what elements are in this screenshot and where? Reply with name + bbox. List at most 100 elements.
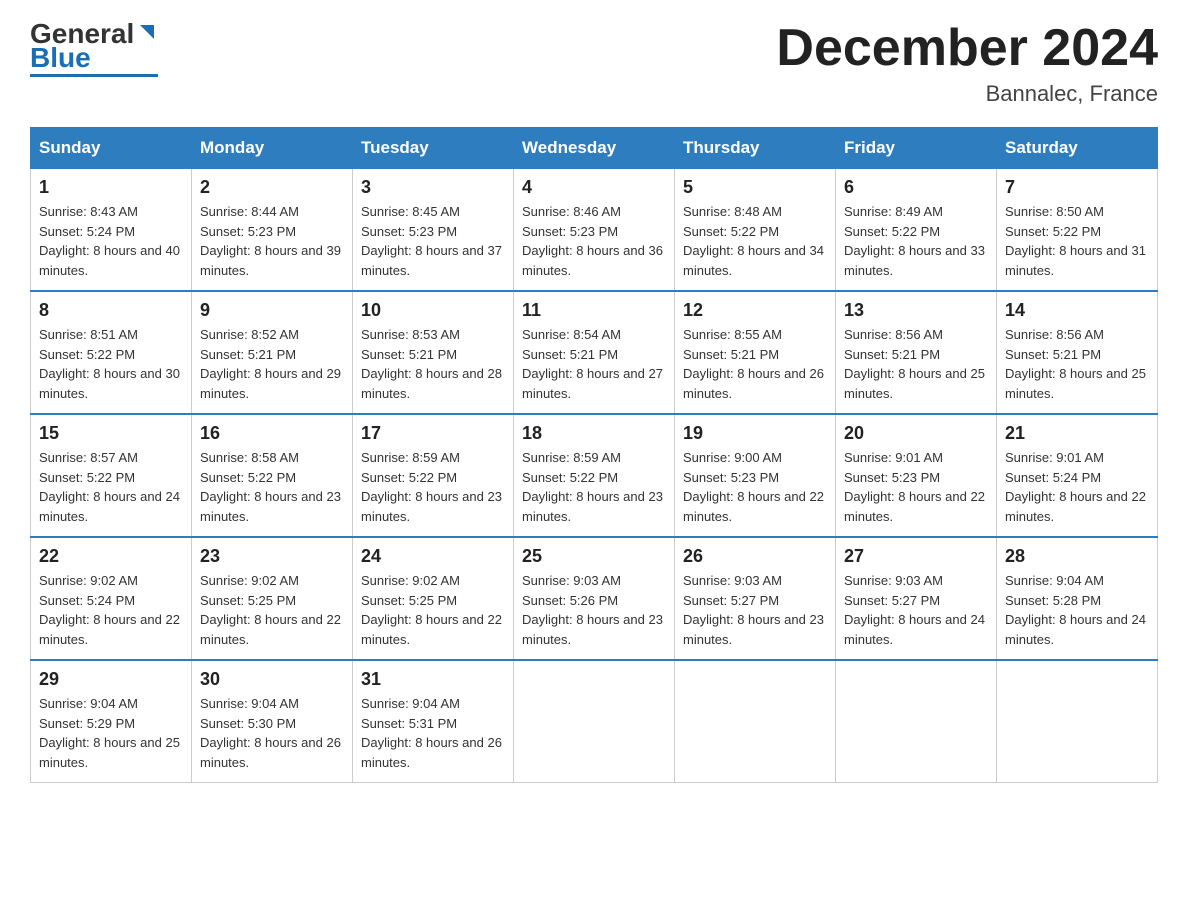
day-info: Sunrise: 8:49 AMSunset: 5:22 PMDaylight:… xyxy=(844,202,988,280)
day-number: 27 xyxy=(844,546,988,567)
calendar-cell xyxy=(997,660,1158,783)
calendar-cell: 8 Sunrise: 8:51 AMSunset: 5:22 PMDayligh… xyxy=(31,291,192,414)
day-number: 31 xyxy=(361,669,505,690)
calendar-cell: 7 Sunrise: 8:50 AMSunset: 5:22 PMDayligh… xyxy=(997,169,1158,292)
day-number: 9 xyxy=(200,300,344,321)
calendar-cell: 1 Sunrise: 8:43 AMSunset: 5:24 PMDayligh… xyxy=(31,169,192,292)
day-number: 10 xyxy=(361,300,505,321)
day-number: 8 xyxy=(39,300,183,321)
calendar-cell: 26 Sunrise: 9:03 AMSunset: 5:27 PMDaylig… xyxy=(675,537,836,660)
day-info: Sunrise: 9:02 AMSunset: 5:25 PMDaylight:… xyxy=(361,571,505,649)
day-number: 5 xyxy=(683,177,827,198)
location-subtitle: Bannalec, France xyxy=(776,81,1158,107)
header-saturday: Saturday xyxy=(997,128,1158,169)
day-info: Sunrise: 8:51 AMSunset: 5:22 PMDaylight:… xyxy=(39,325,183,403)
day-info: Sunrise: 8:57 AMSunset: 5:22 PMDaylight:… xyxy=(39,448,183,526)
calendar-cell: 29 Sunrise: 9:04 AMSunset: 5:29 PMDaylig… xyxy=(31,660,192,783)
day-info: Sunrise: 8:46 AMSunset: 5:23 PMDaylight:… xyxy=(522,202,666,280)
day-info: Sunrise: 8:50 AMSunset: 5:22 PMDaylight:… xyxy=(1005,202,1149,280)
logo-underline xyxy=(30,74,158,77)
day-info: Sunrise: 9:01 AMSunset: 5:24 PMDaylight:… xyxy=(1005,448,1149,526)
calendar-cell: 5 Sunrise: 8:48 AMSunset: 5:22 PMDayligh… xyxy=(675,169,836,292)
calendar-cell: 19 Sunrise: 9:00 AMSunset: 5:23 PMDaylig… xyxy=(675,414,836,537)
day-info: Sunrise: 8:56 AMSunset: 5:21 PMDaylight:… xyxy=(1005,325,1149,403)
day-info: Sunrise: 8:53 AMSunset: 5:21 PMDaylight:… xyxy=(361,325,505,403)
day-info: Sunrise: 8:59 AMSunset: 5:22 PMDaylight:… xyxy=(522,448,666,526)
calendar-cell: 21 Sunrise: 9:01 AMSunset: 5:24 PMDaylig… xyxy=(997,414,1158,537)
header-monday: Monday xyxy=(192,128,353,169)
day-info: Sunrise: 9:00 AMSunset: 5:23 PMDaylight:… xyxy=(683,448,827,526)
day-info: Sunrise: 8:48 AMSunset: 5:22 PMDaylight:… xyxy=(683,202,827,280)
calendar-cell: 4 Sunrise: 8:46 AMSunset: 5:23 PMDayligh… xyxy=(514,169,675,292)
page-header: General Blue December 2024 Bannalec, Fra… xyxy=(30,20,1158,107)
calendar-cell: 12 Sunrise: 8:55 AMSunset: 5:21 PMDaylig… xyxy=(675,291,836,414)
week-row-3: 15 Sunrise: 8:57 AMSunset: 5:22 PMDaylig… xyxy=(31,414,1158,537)
day-info: Sunrise: 8:56 AMSunset: 5:21 PMDaylight:… xyxy=(844,325,988,403)
day-number: 14 xyxy=(1005,300,1149,321)
day-info: Sunrise: 9:04 AMSunset: 5:31 PMDaylight:… xyxy=(361,694,505,772)
week-row-4: 22 Sunrise: 9:02 AMSunset: 5:24 PMDaylig… xyxy=(31,537,1158,660)
day-number: 13 xyxy=(844,300,988,321)
header-sunday: Sunday xyxy=(31,128,192,169)
day-number: 22 xyxy=(39,546,183,567)
day-number: 28 xyxy=(1005,546,1149,567)
day-number: 18 xyxy=(522,423,666,444)
day-info: Sunrise: 8:43 AMSunset: 5:24 PMDaylight:… xyxy=(39,202,183,280)
day-number: 1 xyxy=(39,177,183,198)
calendar-cell: 27 Sunrise: 9:03 AMSunset: 5:27 PMDaylig… xyxy=(836,537,997,660)
day-number: 23 xyxy=(200,546,344,567)
logo: General Blue xyxy=(30,20,158,77)
day-info: Sunrise: 8:54 AMSunset: 5:21 PMDaylight:… xyxy=(522,325,666,403)
day-number: 21 xyxy=(1005,423,1149,444)
calendar-cell: 25 Sunrise: 9:03 AMSunset: 5:26 PMDaylig… xyxy=(514,537,675,660)
calendar-cell: 30 Sunrise: 9:04 AMSunset: 5:30 PMDaylig… xyxy=(192,660,353,783)
calendar-cell: 22 Sunrise: 9:02 AMSunset: 5:24 PMDaylig… xyxy=(31,537,192,660)
calendar-header-row: SundayMondayTuesdayWednesdayThursdayFrid… xyxy=(31,128,1158,169)
day-number: 20 xyxy=(844,423,988,444)
day-number: 26 xyxy=(683,546,827,567)
header-thursday: Thursday xyxy=(675,128,836,169)
calendar-cell: 31 Sunrise: 9:04 AMSunset: 5:31 PMDaylig… xyxy=(353,660,514,783)
day-info: Sunrise: 9:03 AMSunset: 5:27 PMDaylight:… xyxy=(683,571,827,649)
day-number: 11 xyxy=(522,300,666,321)
day-number: 17 xyxy=(361,423,505,444)
calendar-cell: 6 Sunrise: 8:49 AMSunset: 5:22 PMDayligh… xyxy=(836,169,997,292)
header-friday: Friday xyxy=(836,128,997,169)
calendar-cell: 13 Sunrise: 8:56 AMSunset: 5:21 PMDaylig… xyxy=(836,291,997,414)
day-info: Sunrise: 8:58 AMSunset: 5:22 PMDaylight:… xyxy=(200,448,344,526)
calendar-cell: 2 Sunrise: 8:44 AMSunset: 5:23 PMDayligh… xyxy=(192,169,353,292)
calendar-cell: 9 Sunrise: 8:52 AMSunset: 5:21 PMDayligh… xyxy=(192,291,353,414)
day-info: Sunrise: 9:02 AMSunset: 5:24 PMDaylight:… xyxy=(39,571,183,649)
day-number: 3 xyxy=(361,177,505,198)
day-info: Sunrise: 9:04 AMSunset: 5:30 PMDaylight:… xyxy=(200,694,344,772)
calendar-cell: 14 Sunrise: 8:56 AMSunset: 5:21 PMDaylig… xyxy=(997,291,1158,414)
calendar-cell: 17 Sunrise: 8:59 AMSunset: 5:22 PMDaylig… xyxy=(353,414,514,537)
day-info: Sunrise: 8:52 AMSunset: 5:21 PMDaylight:… xyxy=(200,325,344,403)
calendar-cell: 15 Sunrise: 8:57 AMSunset: 5:22 PMDaylig… xyxy=(31,414,192,537)
day-info: Sunrise: 9:04 AMSunset: 5:29 PMDaylight:… xyxy=(39,694,183,772)
month-title: December 2024 xyxy=(776,20,1158,77)
calendar-cell: 3 Sunrise: 8:45 AMSunset: 5:23 PMDayligh… xyxy=(353,169,514,292)
calendar-cell: 11 Sunrise: 8:54 AMSunset: 5:21 PMDaylig… xyxy=(514,291,675,414)
calendar-cell xyxy=(514,660,675,783)
logo-blue-text: Blue xyxy=(30,44,91,72)
day-info: Sunrise: 8:45 AMSunset: 5:23 PMDaylight:… xyxy=(361,202,505,280)
day-number: 4 xyxy=(522,177,666,198)
calendar-cell: 18 Sunrise: 8:59 AMSunset: 5:22 PMDaylig… xyxy=(514,414,675,537)
day-info: Sunrise: 9:03 AMSunset: 5:26 PMDaylight:… xyxy=(522,571,666,649)
calendar-cell xyxy=(675,660,836,783)
day-number: 29 xyxy=(39,669,183,690)
day-info: Sunrise: 9:02 AMSunset: 5:25 PMDaylight:… xyxy=(200,571,344,649)
calendar-cell: 23 Sunrise: 9:02 AMSunset: 5:25 PMDaylig… xyxy=(192,537,353,660)
week-row-5: 29 Sunrise: 9:04 AMSunset: 5:29 PMDaylig… xyxy=(31,660,1158,783)
title-block: December 2024 Bannalec, France xyxy=(776,20,1158,107)
day-info: Sunrise: 8:55 AMSunset: 5:21 PMDaylight:… xyxy=(683,325,827,403)
day-number: 16 xyxy=(200,423,344,444)
logo-triangle-icon xyxy=(136,21,158,43)
calendar-cell: 20 Sunrise: 9:01 AMSunset: 5:23 PMDaylig… xyxy=(836,414,997,537)
day-number: 24 xyxy=(361,546,505,567)
day-number: 19 xyxy=(683,423,827,444)
calendar-cell: 24 Sunrise: 9:02 AMSunset: 5:25 PMDaylig… xyxy=(353,537,514,660)
day-number: 12 xyxy=(683,300,827,321)
calendar-table: SundayMondayTuesdayWednesdayThursdayFrid… xyxy=(30,127,1158,783)
